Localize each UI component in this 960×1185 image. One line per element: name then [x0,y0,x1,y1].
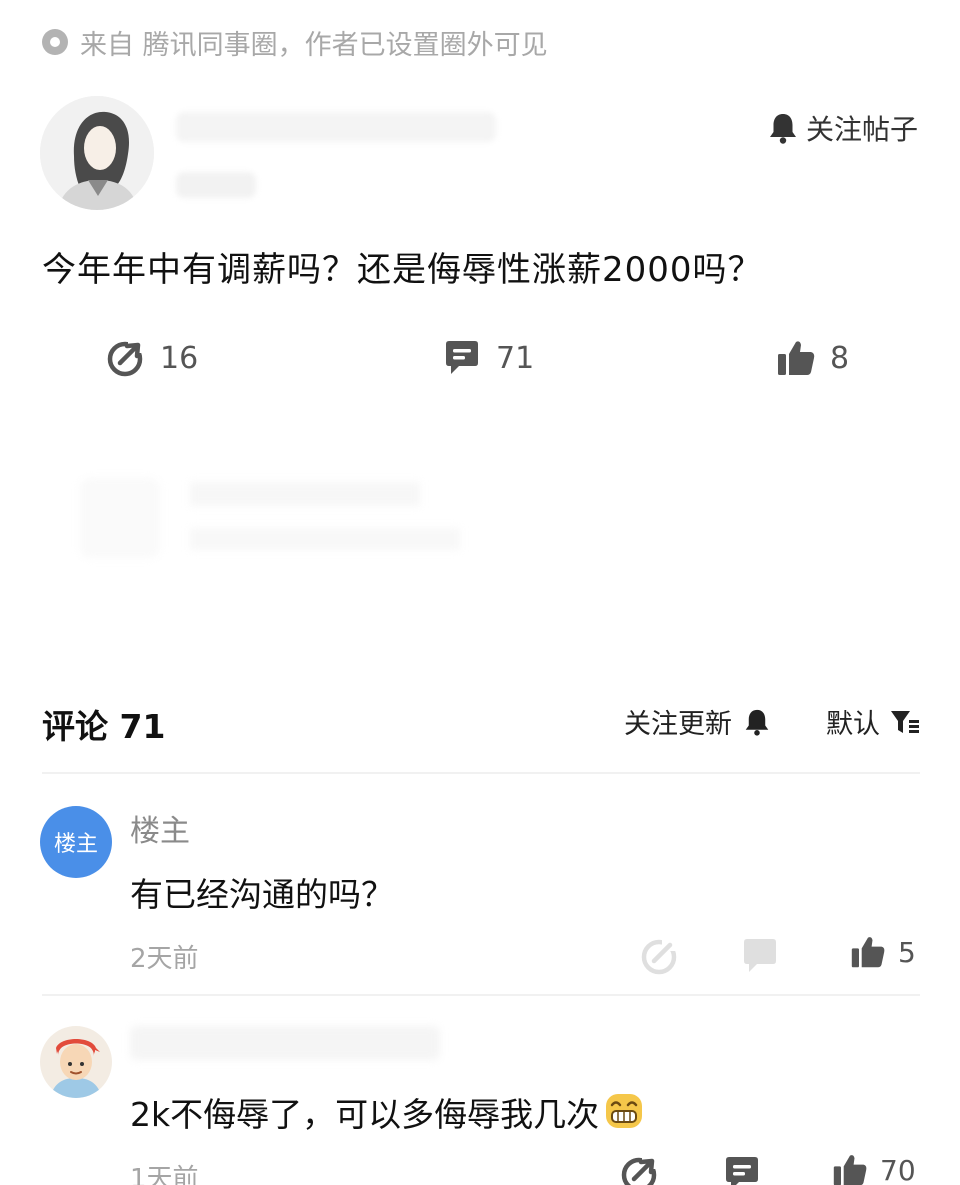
sort-dropdown[interactable]: 默认 [826,702,920,741]
comment-like-count: 70 [880,1153,916,1185]
thumbs-up-icon [851,937,885,968]
cartoon-avatar-icon [40,1026,112,1098]
reply-icon[interactable] [740,936,780,976]
comment-avatar-owner[interactable]: 楼主 [40,806,112,878]
post-stats: 16 71 8 [0,338,960,388]
comment-like-button[interactable]: 5 [850,934,916,970]
share-icon[interactable] [640,936,680,976]
grin-emoji-icon [606,1094,643,1128]
comments-title: 评论 71 [42,707,166,746]
follow-updates-button[interactable]: 关注更新 [624,702,770,741]
like-stat[interactable]: 8 [776,338,849,378]
owner-avatar-text: 楼主 [53,832,98,857]
comment-like-button[interactable]: 70 [832,1152,916,1185]
follow-post-button[interactable]: 关注帖子 [768,108,918,148]
divider [42,772,920,774]
comment-text: 有已经沟通的吗？ [130,875,394,914]
share-count: 16 [160,340,199,376]
post-author-avatar[interactable] [40,96,154,210]
bell-icon [745,709,769,736]
blurred-thumbnail [80,478,160,558]
comment-author-blurred [130,1026,440,1060]
comment-text-body: 2k不侮辱了，可以多侮辱我几次 [130,1095,600,1134]
share-stat[interactable]: 16 [106,338,198,378]
like-count: 8 [830,340,850,376]
post-content: 今年年中有调薪吗？还是侮辱性涨薪2000吗？ [42,250,763,290]
share-icon [107,341,144,377]
comments-header: 评论 71 关注更新 默认 [42,700,920,746]
source-text: 来自 腾讯同事圈，作者已设置圈外可见 [80,29,548,61]
post-author-name-blurred [176,112,496,142]
thumbs-up-icon [833,1155,867,1185]
comment-avatar[interactable] [40,1026,112,1098]
share-icon[interactable] [620,1154,660,1185]
comment-time: 2天前 [130,944,199,974]
comment-like-count: 5 [898,935,916,969]
comment-icon [446,341,478,374]
comment-count: 71 [496,340,535,376]
comment-stat[interactable]: 71 [442,338,534,378]
blurred-content-card [80,470,920,580]
follow-post-label: 关注帖子 [805,113,918,146]
location-dot-icon [42,29,68,55]
blurred-line [190,482,420,506]
reply-icon[interactable] [722,1154,762,1185]
blurred-line [190,528,460,550]
comment-time: 1天前 [130,1164,199,1185]
source-line: 来自 腾讯同事圈，作者已设置圈外可见 [42,26,548,61]
comment-text: 2k不侮辱了，可以多侮辱我几次 [130,1088,645,1136]
female-avatar-icon [40,96,154,210]
filter-icon [891,710,919,733]
bell-icon [769,114,796,144]
post-author-meta-blurred [176,172,256,198]
sort-label: 默认 [826,709,880,740]
follow-updates-label: 关注更新 [624,709,732,740]
thumbs-up-icon [778,341,815,375]
divider [42,994,920,996]
comment-author[interactable]: 楼主 [130,806,190,850]
